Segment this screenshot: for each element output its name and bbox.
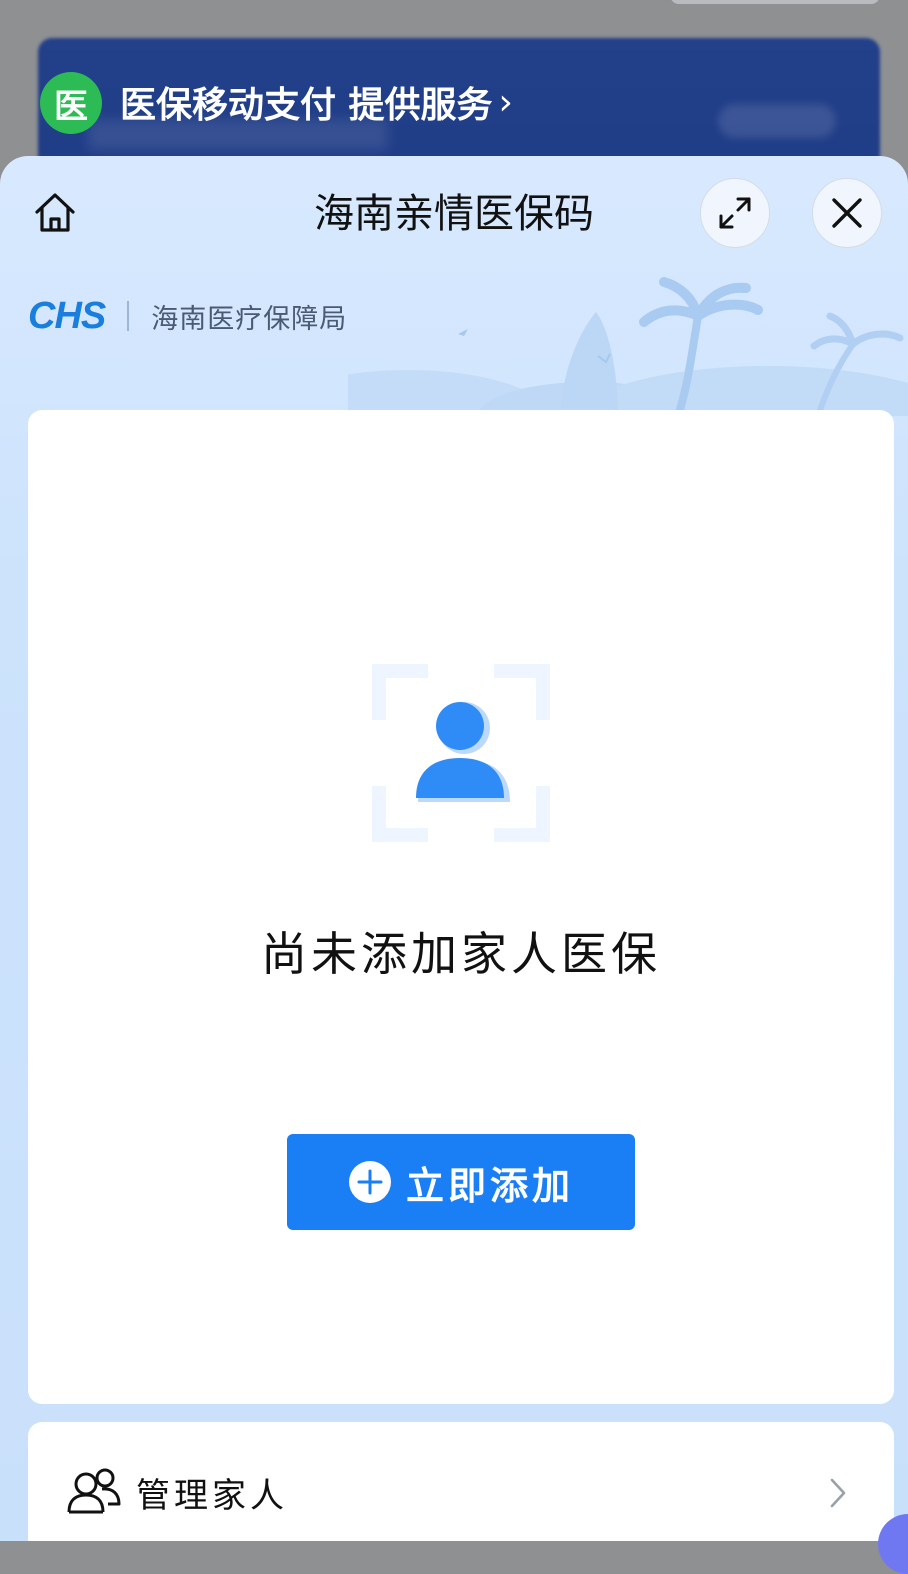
add-family-button[interactable]: 立即添加 <box>287 1134 635 1230</box>
background-blurred-button <box>718 104 836 138</box>
badge-text: 医 <box>54 86 88 127</box>
person-placeholder-icon <box>372 664 550 842</box>
chevron-right-icon <box>830 1478 846 1508</box>
service-provider-link[interactable]: 医保移动支付 提供服务 › <box>120 78 513 127</box>
family-icon <box>67 1468 121 1514</box>
chevron-right-icon: › <box>498 81 513 123</box>
banner-divider <box>127 301 130 331</box>
scenery-illustration <box>348 277 908 416</box>
bureau-banner: CHS 海南医疗保障局 <box>28 296 347 336</box>
close-icon <box>832 198 862 228</box>
plus-circle-icon <box>348 1161 391 1203</box>
medical-insurance-badge: 医 <box>40 72 102 134</box>
family-insurance-card: 尚未添加家人医保 立即添加 <box>28 410 894 1404</box>
mini-program-sheet: 海南亲情医保码 CHS 海南医疗保障局 尚未添加家人医保 立即添加 管理家人 <box>0 156 908 1541</box>
background-pill <box>670 0 880 4</box>
expand-button[interactable] <box>700 178 770 248</box>
add-button-label: 立即添加 <box>405 1165 574 1208</box>
chs-logo: CHS <box>28 295 106 337</box>
page-title: 海南亲情医保码 <box>314 191 594 237</box>
manage-family-row[interactable]: 管理家人 <box>28 1422 894 1541</box>
empty-state-message: 尚未添加家人医保 <box>261 927 661 981</box>
service-text: 医保移动支付 提供服务 <box>120 85 493 126</box>
bureau-name: 海南医疗保障局 <box>151 303 348 335</box>
manage-family-label: 管理家人 <box>136 1476 288 1516</box>
close-button[interactable] <box>812 178 882 248</box>
expand-icon <box>719 197 751 229</box>
